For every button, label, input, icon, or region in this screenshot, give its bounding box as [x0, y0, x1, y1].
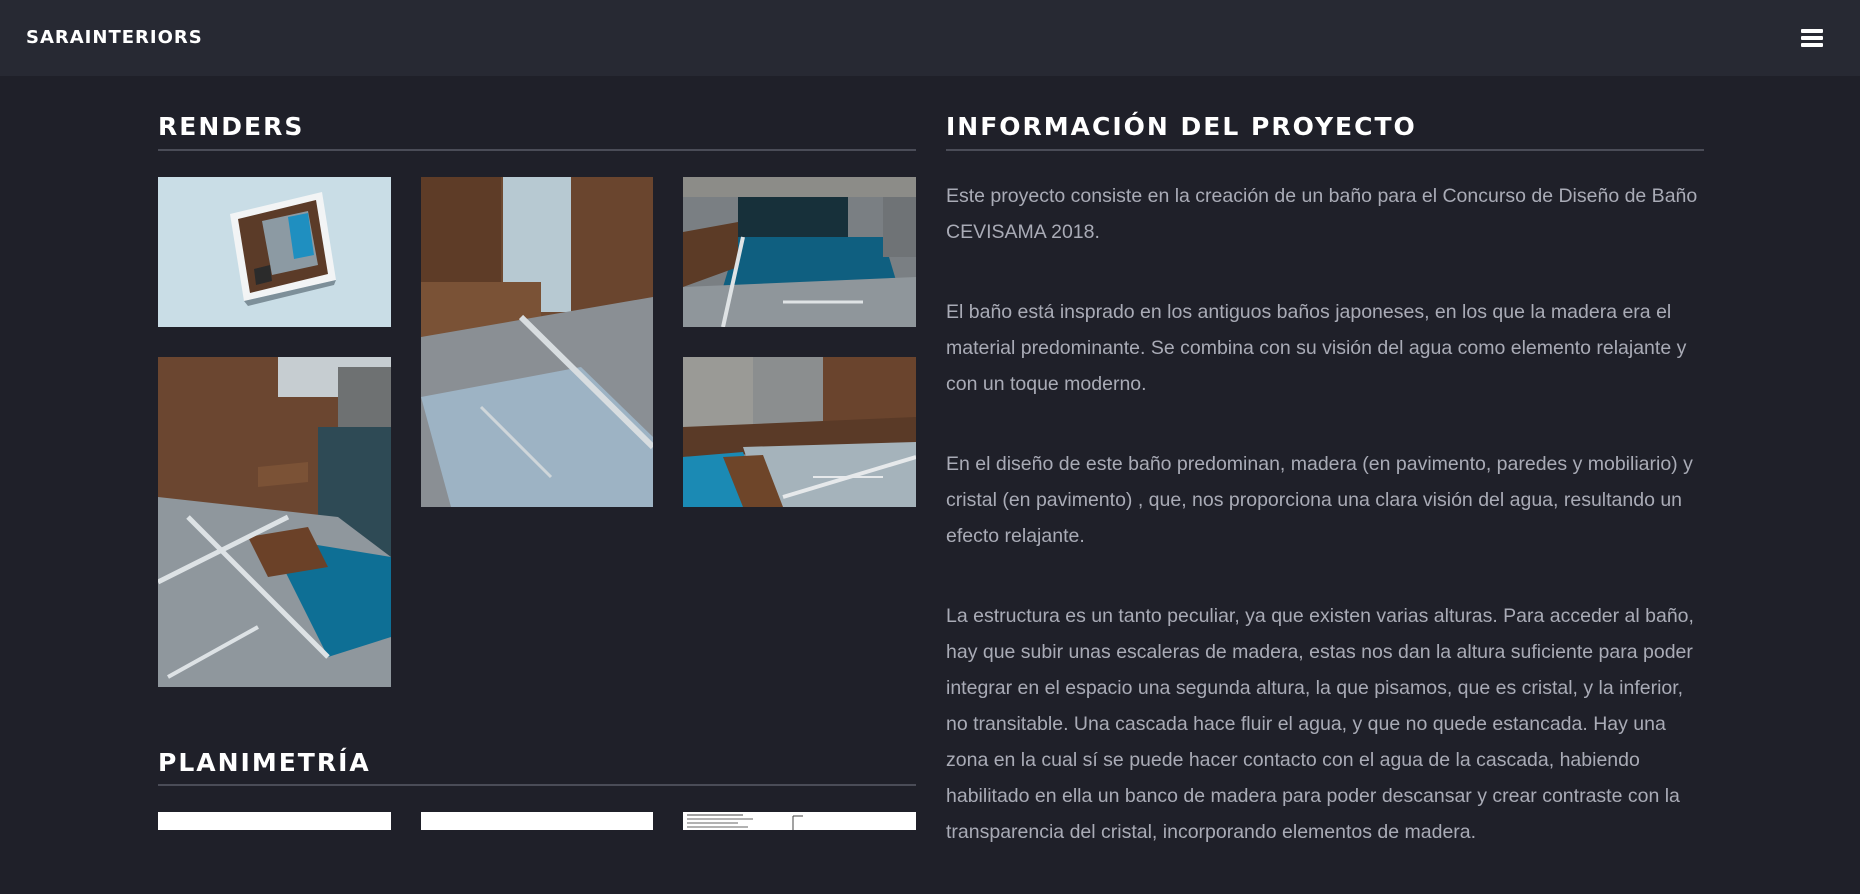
info-paragraph-4: La estructura es un tanto peculiar, ya q…: [946, 605, 1694, 843]
render-stairs-waterfall-image: [158, 357, 391, 687]
render-wood-bench-pool[interactable]: [683, 357, 916, 507]
hamburger-menu-icon[interactable]: [1798, 26, 1826, 50]
renders-divider: [158, 149, 916, 151]
render-wood-bench-pool-image: [683, 357, 916, 507]
render-glass-pool-image: [683, 177, 916, 327]
planimetria-heading: PLANIMETRÍA: [158, 748, 371, 777]
render-bench-corner-image: [421, 177, 653, 507]
plan-drawing-3[interactable]: [683, 812, 916, 830]
render-aerial-view[interactable]: [158, 177, 391, 327]
planimetria-divider: [158, 784, 916, 786]
render-bench-corner[interactable]: [421, 177, 653, 507]
render-glass-pool[interactable]: [683, 177, 916, 327]
renders-heading: RENDERS: [158, 112, 305, 141]
render-stairs-waterfall[interactable]: [158, 357, 391, 687]
brand-logo[interactable]: SARAINTERIORS: [26, 27, 203, 48]
render-aerial-view-image: [158, 177, 391, 327]
info-divider: [946, 149, 1704, 151]
info-paragraph-1: Este proyecto consiste en la creación de…: [946, 185, 1698, 243]
info-paragraph-2: El baño está insprado en los antiguos ba…: [946, 301, 1687, 395]
info-paragraph-3: En el diseño de este baño predominan, ma…: [946, 453, 1693, 547]
plan-drawing-2[interactable]: [421, 812, 653, 830]
plan-drawing-3-image: [687, 814, 803, 830]
info-heading: INFORMACIÓN DEL PROYECTO: [946, 112, 1417, 141]
plan-drawing-1[interactable]: [158, 812, 391, 830]
project-description: Este proyecto consiste en la creación de…: [946, 178, 1706, 894]
top-navbar: SARAINTERIORS: [0, 0, 1860, 76]
